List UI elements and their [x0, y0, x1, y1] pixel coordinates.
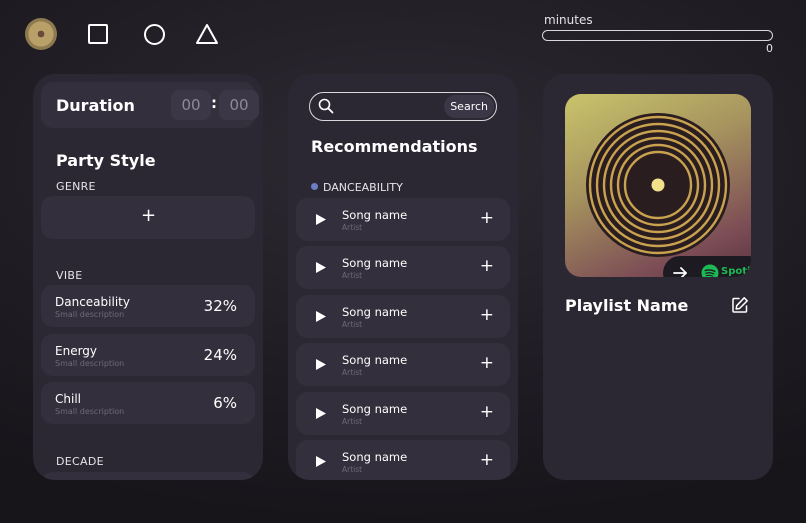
plus-icon: + — [141, 205, 157, 226]
duration-title: Duration — [56, 96, 135, 115]
square-icon[interactable] — [88, 24, 108, 44]
vibe-value: 6% — [213, 394, 237, 412]
vibe-name: Chill — [55, 392, 81, 406]
recommendations-title: Recommendations — [311, 137, 478, 156]
song-name: Song name — [342, 402, 408, 416]
vibe-card-energy[interactable]: Energy Small description 24% — [41, 334, 255, 376]
arrow-right-icon[interactable] — [667, 260, 693, 277]
song-artist: Artist — [342, 320, 363, 329]
song-row: Song name Artist + — [296, 295, 510, 338]
filter-label[interactable]: DANCEABILITY — [323, 181, 403, 194]
add-song-button[interactable]: + — [480, 403, 494, 421]
play-icon[interactable] — [315, 358, 327, 371]
search-bar: Search — [309, 92, 497, 121]
vibe-card-danceability[interactable]: Danceability Small description 32% — [41, 285, 255, 327]
add-song-button[interactable]: + — [480, 209, 494, 227]
add-song-button[interactable]: + — [480, 451, 494, 469]
play-icon[interactable] — [315, 455, 327, 468]
minutes-slider[interactable] — [542, 30, 773, 41]
spotify-share-pill[interactable]: Spotify — [663, 256, 751, 277]
play-icon[interactable] — [315, 407, 327, 420]
vibe-name: Energy — [55, 344, 98, 358]
vibe-value: 32% — [203, 297, 237, 315]
song-row: Song name Artist + — [296, 392, 510, 435]
vibe-description: Small description — [55, 359, 125, 368]
vibe-description: Small description — [55, 310, 125, 319]
song-row: Song name Artist + — [296, 198, 510, 241]
vibe-description: Small description — [55, 407, 125, 416]
genre-label: GENRE — [56, 180, 96, 193]
vibe-name: Danceability — [55, 295, 130, 309]
decade-label: DECADE — [56, 455, 104, 468]
add-genre-button[interactable]: + — [41, 196, 255, 239]
add-song-button[interactable]: + — [480, 306, 494, 324]
vibe-value: 24% — [203, 346, 237, 364]
song-name: Song name — [342, 450, 408, 464]
song-row: Song name Artist + — [296, 246, 510, 289]
time-separator: : — [211, 94, 217, 112]
search-icon — [318, 98, 334, 114]
minutes-input[interactable]: 00 — [219, 90, 259, 120]
song-artist: Artist — [342, 368, 363, 377]
song-artist: Artist — [342, 465, 363, 474]
playlist-cover: Spotify — [565, 94, 751, 277]
hours-input[interactable]: 00 — [171, 90, 211, 120]
party-style-title: Party Style — [56, 151, 156, 170]
spotify-icon — [701, 264, 719, 277]
play-icon[interactable] — [315, 261, 327, 274]
triangle-icon[interactable] — [195, 23, 219, 45]
song-name: Song name — [342, 353, 408, 367]
recommendations-panel: Search Recommendations DANCEABILITY Song… — [288, 74, 518, 480]
song-name: Song name — [342, 305, 408, 319]
song-name: Song name — [342, 208, 408, 222]
edit-icon[interactable] — [731, 296, 749, 314]
search-button[interactable]: Search — [444, 95, 494, 118]
filter-dot-icon — [311, 183, 318, 190]
vinyl-logo-icon[interactable] — [25, 18, 57, 50]
play-icon[interactable] — [315, 213, 327, 226]
circle-icon[interactable] — [144, 24, 165, 45]
vibe-label: VIBE — [56, 269, 83, 282]
song-artist: Artist — [342, 271, 363, 280]
song-name: Song name — [342, 256, 408, 270]
decade-card[interactable] — [41, 472, 255, 480]
add-song-button[interactable]: + — [480, 354, 494, 372]
vinyl-record-icon — [586, 113, 730, 257]
duration-card: Duration 00 : 00 — [41, 82, 259, 128]
search-input[interactable] — [340, 97, 450, 116]
party-settings-panel: Duration 00 : 00 Party Style GENRE + VIB… — [33, 74, 263, 480]
song-row: Song name Artist + — [296, 343, 510, 386]
playlist-panel: Spotify Playlist Name — [543, 74, 773, 480]
song-artist: Artist — [342, 223, 363, 232]
play-icon[interactable] — [315, 310, 327, 323]
spotify-label: Spotify — [721, 266, 751, 277]
minutes-value: 0 — [766, 42, 773, 55]
song-row: Song name Artist + — [296, 440, 510, 480]
add-song-button[interactable]: + — [480, 257, 494, 275]
vibe-card-chill[interactable]: Chill Small description 6% — [41, 382, 255, 424]
playlist-name: Playlist Name — [565, 296, 689, 315]
minutes-label: minutes — [544, 13, 593, 27]
song-artist: Artist — [342, 417, 363, 426]
